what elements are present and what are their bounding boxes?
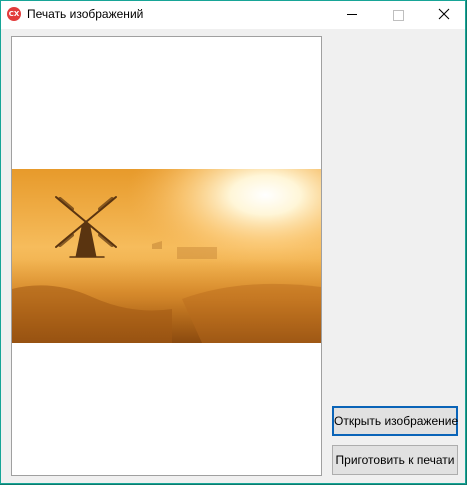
close-button[interactable] bbox=[421, 1, 467, 29]
minimize-button[interactable] bbox=[329, 1, 375, 29]
windmill-photo bbox=[12, 169, 321, 343]
prepare-print-button[interactable]: Приготовить к печати bbox=[332, 445, 458, 475]
app-logo-icon: CX bbox=[7, 7, 21, 21]
window-title: Печать изображений bbox=[27, 7, 144, 21]
open-image-button[interactable]: Открыть изображение bbox=[332, 406, 458, 436]
maximize-icon bbox=[393, 10, 404, 21]
print-images-window: CX Печать изображений Открыть изображени… bbox=[0, 0, 466, 484]
close-icon bbox=[438, 8, 450, 20]
maximize-button[interactable] bbox=[375, 1, 421, 29]
minimize-icon bbox=[347, 14, 357, 15]
picture-box bbox=[11, 36, 322, 476]
title-bar[interactable]: CX Печать изображений bbox=[1, 1, 465, 29]
